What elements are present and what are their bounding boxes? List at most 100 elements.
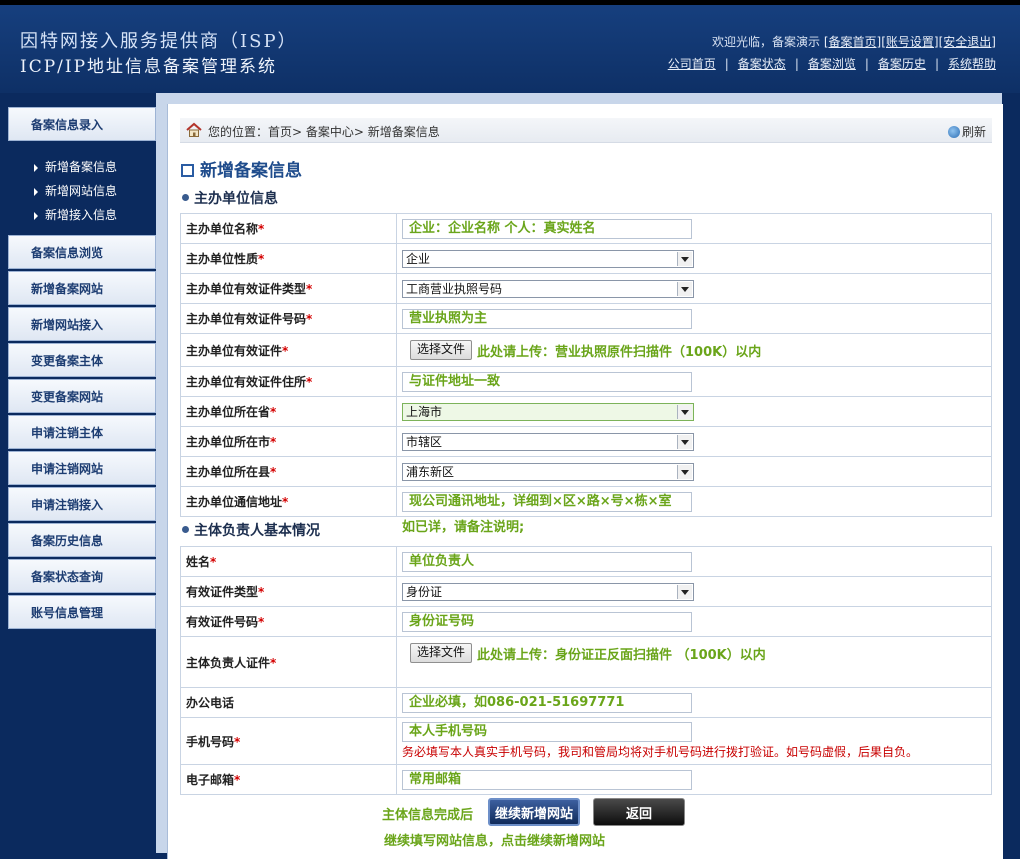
- choose-file-button[interactable]: 选择文件: [410, 643, 473, 663]
- table-row: 主办单位性质* 企业: [180, 243, 992, 274]
- choose-file-button[interactable]: 选择文件: [410, 340, 473, 360]
- sidebar-item-record-browse[interactable]: 备案信息浏览: [8, 235, 156, 269]
- email-input[interactable]: 常用邮箱: [402, 769, 692, 790]
- sidebar-item-cancel-website[interactable]: 申请注销网站: [8, 451, 156, 485]
- office-phone-input[interactable]: 企业必填，如086-021-51697771: [402, 692, 692, 713]
- sidebar-sub-add-website[interactable]: 新增网站信息: [34, 182, 117, 199]
- province-select[interactable]: 上海市: [402, 402, 694, 421]
- welcome-text: 欢迎光临，备案演示: [712, 35, 821, 49]
- nav-separator: |: [864, 57, 869, 71]
- nav-record-status[interactable]: 备案状态: [738, 57, 786, 71]
- sidebar-item-status-query[interactable]: 备案状态查询: [8, 559, 156, 593]
- table-row: 手机号码* 本人手机号码 务必填写本人真实手机号码，我司和管局均将对手机号码进行…: [180, 717, 992, 765]
- upload-hint: 此处请上传：营业执照原件扫描件（100K）以内: [477, 344, 762, 360]
- sidebar-item-add-website[interactable]: 新增备案网站: [8, 271, 156, 305]
- table-row: 主办单位通信地址* 现公司通讯地址，详细到×区×路×号×栋×室: [180, 486, 992, 517]
- nav-company-home[interactable]: 公司首页: [668, 57, 716, 71]
- nav-record-history[interactable]: 备案历史: [878, 57, 926, 71]
- host-name-input[interactable]: 企业：企业名称 个人：真实姓名: [402, 218, 692, 239]
- breadcrumb: 您的位置：首页> 备案中心> 新增备案信息: [208, 125, 440, 139]
- mobile-input[interactable]: 本人手机号码: [402, 722, 692, 742]
- nav-system-help[interactable]: 系统帮助: [948, 57, 996, 71]
- field-label: 主体负责人证件*: [180, 636, 397, 688]
- main-panel: 您的位置：首页> 备案中心> 新增备案信息 刷新 新增备案信息 主办单位信息 主…: [167, 104, 1003, 859]
- county-select[interactable]: 浦东新区: [402, 462, 694, 481]
- chevron-down-icon: [677, 281, 692, 296]
- table-row: 办公电话 企业必填，如086-021-51697771: [180, 687, 992, 718]
- field-label: 主办单位所在县*: [180, 456, 397, 487]
- table-row: 有效证件类型* 身份证: [180, 576, 992, 607]
- done-note: 主体信息完成后: [382, 808, 474, 823]
- table-row: 主办单位有效证件号码* 营业执照为主: [180, 303, 992, 334]
- bottom-note: 继续填写网站信息，点击继续新增网站: [384, 834, 606, 849]
- sidebar-sub-add-access[interactable]: 新增接入信息: [34, 206, 117, 223]
- chevron-down-icon: [677, 434, 692, 449]
- sidebar-sub-add-record[interactable]: 新增备案信息: [34, 158, 117, 175]
- header: 因特网接入服务提供商（ISP） ICP/IP地址信息备案管理系统 欢迎光临，备案…: [0, 5, 1020, 93]
- city-select[interactable]: 市辖区: [402, 432, 694, 451]
- sidebar-item-add-access[interactable]: 新增网站接入: [8, 307, 156, 341]
- principal-name-input[interactable]: 单位负责人: [402, 551, 692, 572]
- cert-address-input[interactable]: 与证件地址一致: [402, 371, 692, 392]
- table-row: 主办单位所在市* 市辖区: [180, 426, 992, 457]
- mobile-warning: 务必填写本人真实手机号码，我司和管局均将对手机号码进行拨打验证。如号码虚假，后果…: [402, 745, 919, 759]
- upload-hint: 此处请上传：身份证正反面扫描件 （100K）以内: [477, 647, 766, 663]
- continue-add-website-button[interactable]: 继续新增网站: [488, 798, 580, 826]
- nav-record-browse[interactable]: 备案浏览: [808, 57, 856, 71]
- sidebar-item-account-manage[interactable]: 账号信息管理: [8, 595, 156, 629]
- field-label: 主办单位通信地址*: [180, 486, 397, 517]
- sidebar-item-record-entry[interactable]: 备案信息录入: [8, 107, 156, 141]
- bullet-icon: [182, 194, 189, 201]
- address-note: 如已详，请备注说明;: [402, 520, 525, 535]
- principal-cert-type-select[interactable]: 身份证: [402, 582, 694, 601]
- section-title-principal: 主体负责人基本情况: [182, 520, 320, 540]
- field-label: 手机号码*: [180, 717, 397, 765]
- field-label: 主办单位有效证件*: [180, 333, 397, 367]
- table-row: 姓名* 单位负责人: [180, 546, 992, 577]
- mailing-address-input[interactable]: 现公司通讯地址，详细到×区×路×号×栋×室: [402, 491, 692, 512]
- square-icon: [181, 164, 194, 177]
- page-title: 新增备案信息: [181, 156, 302, 181]
- link-logout[interactable]: [安全退出]: [939, 35, 996, 49]
- field-label: 有效证件类型*: [180, 576, 397, 607]
- table-row: 主办单位名称* 企业：企业名称 个人：真实姓名: [180, 213, 992, 244]
- arrow-right-icon: [34, 163, 38, 172]
- system-title-line1: 因特网接入服务提供商（ISP）: [20, 31, 298, 52]
- table-row: 主办单位所在省* 上海市: [180, 396, 992, 427]
- table-row: 主办单位有效证件住所* 与证件地址一致: [180, 366, 992, 397]
- field-label: 姓名*: [180, 546, 397, 577]
- principal-table: 姓名* 单位负责人 有效证件类型* 身份证 有效证件号码* 身份证号码 主体负责…: [180, 546, 992, 795]
- host-nature-select[interactable]: 企业: [402, 249, 694, 268]
- link-account-settings[interactable]: [账号设置]: [881, 35, 938, 49]
- cert-number-input[interactable]: 营业执照为主: [402, 308, 692, 329]
- sidebar-item-cancel-subject[interactable]: 申请注销主体: [8, 415, 156, 449]
- chevron-down-icon: [677, 404, 692, 419]
- field-label: 主办单位有效证件住所*: [180, 366, 397, 397]
- sidebar-item-change-website[interactable]: 变更备案网站: [8, 379, 156, 413]
- table-row: 有效证件号码* 身份证号码: [180, 606, 992, 637]
- back-button[interactable]: 返回: [593, 798, 685, 826]
- table-row: 主体负责人证件* 选择文件 此处请上传：身份证正反面扫描件 （100K）以内: [180, 636, 992, 688]
- user-links: 欢迎光临，备案演示 [备案首页][账号设置][安全退出]: [712, 33, 996, 50]
- sidebar-item-cancel-access[interactable]: 申请注销接入: [8, 487, 156, 521]
- field-label: 主办单位所在省*: [180, 396, 397, 427]
- link-record-home[interactable]: [备案首页]: [824, 35, 881, 49]
- section-title-host-unit: 主办单位信息: [182, 188, 278, 208]
- breadcrumb-bar: 您的位置：首页> 备案中心> 新增备案信息 刷新: [180, 118, 992, 143]
- table-row: 主办单位所在县* 浦东新区: [180, 456, 992, 487]
- sidebar-item-change-subject[interactable]: 变更备案主体: [8, 343, 156, 377]
- host-unit-table: 主办单位名称* 企业：企业名称 个人：真实姓名 主办单位性质* 企业 主办单位有…: [180, 213, 992, 517]
- table-row: 电子邮箱* 常用邮箱: [180, 764, 992, 795]
- refresh-button[interactable]: 刷新: [947, 123, 986, 140]
- nav-separator: |: [724, 57, 729, 71]
- system-title-line2: ICP/IP地址信息备案管理系统: [20, 57, 278, 77]
- principal-cert-number-input[interactable]: 身份证号码: [402, 611, 692, 632]
- home-icon: [186, 122, 202, 137]
- nav-separator: |: [934, 57, 939, 71]
- sidebar-item-record-history[interactable]: 备案历史信息: [8, 523, 156, 557]
- arrow-right-icon: [34, 187, 38, 196]
- nav-separator: |: [794, 57, 799, 71]
- field-label: 主办单位有效证件类型*: [180, 273, 397, 304]
- cert-type-select[interactable]: 工商营业执照号码: [402, 279, 694, 298]
- table-row: 主办单位有效证件* 选择文件 此处请上传：营业执照原件扫描件（100K）以内: [180, 333, 992, 367]
